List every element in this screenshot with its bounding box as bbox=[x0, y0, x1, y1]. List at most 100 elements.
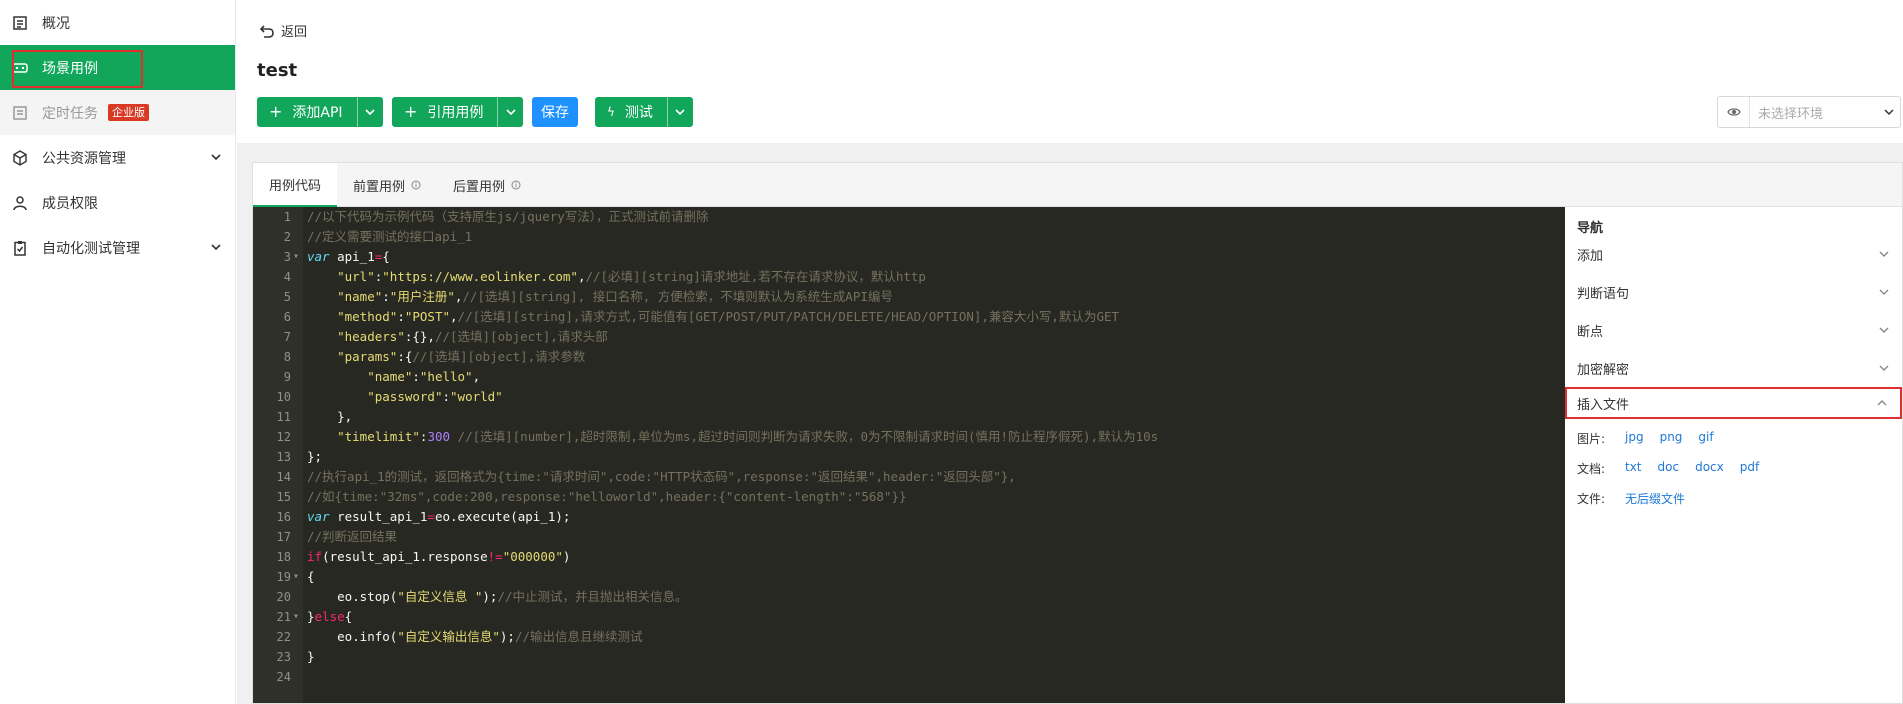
code-line: 16 var result_api_1=eo.execute(api_1); bbox=[276, 509, 571, 524]
nav-section-breakpoint[interactable]: 断点 bbox=[1565, 317, 1902, 343]
sidebar-item-scheduled-tasks[interactable]: 定时任务 企业版 bbox=[0, 90, 235, 135]
eye-icon bbox=[1718, 97, 1750, 127]
code-line: 7 "headers":{},//[选填][object],请求头部 bbox=[283, 329, 608, 344]
sidebar-item-label: 定时任务 bbox=[42, 105, 98, 122]
clipboard-icon bbox=[12, 240, 28, 256]
enterprise-badge: 企业版 bbox=[108, 104, 149, 121]
test-label: 测试 bbox=[624, 105, 653, 121]
code-line: 6 "method":"POST",//[选填][string],请求方式,可能… bbox=[283, 309, 1120, 324]
chevron-down-icon bbox=[506, 109, 516, 116]
chevron-down-icon bbox=[1879, 251, 1889, 257]
code-line: 11 }, bbox=[276, 409, 353, 424]
sidebar-item-scenario-cases[interactable]: 场景用例 bbox=[0, 45, 235, 90]
nav-section-label: 断点 bbox=[1577, 324, 1604, 340]
sidebar-item-member-permissions[interactable]: 成员权限 bbox=[0, 180, 235, 225]
tab-case-code[interactable]: 用例代码 bbox=[253, 163, 338, 207]
nav-section-label: 插入文件 bbox=[1577, 397, 1630, 413]
page-title: test bbox=[257, 60, 298, 81]
case-panel: 用例代码 前置用例 后置用例 1//以下代码为示例代码（支持原生js/jquer… bbox=[252, 162, 1903, 704]
header: 返回 test + 添加API + 引用用例 保存 ϟ 测试 未选择环境 bbox=[237, 0, 1903, 143]
file-row-documents: 文档: txt doc docx pdf bbox=[1577, 460, 1775, 477]
add-api-label: 添加API bbox=[292, 105, 343, 121]
file-row-files: 文件: 无后缀文件 bbox=[1577, 490, 1701, 507]
nav-section-label: 判断语句 bbox=[1577, 286, 1630, 302]
sidebar-item-automation-test-management[interactable]: 自动化测试管理 bbox=[0, 225, 235, 270]
tab-pre-case[interactable]: 前置用例 bbox=[337, 163, 437, 207]
dashboard-icon bbox=[12, 15, 28, 31]
chevron-down-icon bbox=[1879, 289, 1889, 295]
sidebar-item-public-resources[interactable]: 公共资源管理 bbox=[0, 135, 235, 180]
add-api-button[interactable]: + 添加API bbox=[257, 97, 383, 127]
chevron-down-icon bbox=[1879, 327, 1889, 333]
test-group: ϟ 测试 bbox=[595, 97, 693, 127]
nav-section-label: 添加 bbox=[1577, 248, 1604, 264]
ref-case-button[interactable]: + 引用用例 bbox=[392, 97, 524, 127]
insert-png-link[interactable]: png bbox=[1660, 430, 1683, 447]
chevron-up-icon bbox=[1877, 400, 1887, 406]
code-line: 10 "password":"world" bbox=[276, 389, 503, 404]
sidebar-item-label: 概况 bbox=[42, 15, 70, 32]
back-link[interactable]: 返回 bbox=[259, 21, 307, 40]
tab-post-case[interactable]: 后置用例 bbox=[437, 163, 537, 207]
nav-section-condition[interactable]: 判断语句 bbox=[1565, 279, 1902, 305]
ref-case-dropdown[interactable] bbox=[497, 97, 523, 127]
chevron-down-icon bbox=[1879, 365, 1889, 371]
sidebar-item-overview[interactable]: 概况 bbox=[0, 0, 235, 45]
code-line: 21 ▾}else{ bbox=[276, 609, 353, 624]
code-line: 13}; bbox=[276, 449, 323, 464]
code-editor[interactable]: 1//以下代码为示例代码（支持原生js/jquery写法），正式测试前请删除 2… bbox=[253, 207, 1565, 703]
navigation-panel: 导航 添加 判断语句 断点 加密解密 插入文件 图片: jpg png gif bbox=[1565, 207, 1902, 703]
tab-label: 前置用例 bbox=[353, 179, 406, 195]
nav-section-insert-file[interactable]: 插入文件 bbox=[1565, 387, 1902, 419]
insert-pdf-link[interactable]: pdf bbox=[1740, 460, 1759, 477]
insert-docx-link[interactable]: docx bbox=[1695, 460, 1724, 477]
code-line: 5 "name":"用户注册",//[选填][string], 接口名称, 方便… bbox=[283, 289, 893, 304]
chevron-down-icon bbox=[211, 154, 221, 161]
tab-label: 用例代码 bbox=[269, 178, 322, 194]
save-group: 保存 bbox=[532, 97, 578, 127]
file-row-images: 图片: jpg png gif bbox=[1577, 430, 1730, 447]
insert-no-suffix-file-link[interactable]: 无后缀文件 bbox=[1625, 490, 1685, 507]
nav-section-label: 加密解密 bbox=[1577, 362, 1630, 378]
user-icon bbox=[12, 195, 28, 211]
code-line: 4 "url":"https://www.eolinker.com",//[必填… bbox=[283, 269, 926, 284]
cube-icon bbox=[12, 149, 28, 166]
case-icon bbox=[12, 60, 28, 76]
sidebar-item-label: 场景用例 bbox=[42, 60, 98, 77]
sidebar: 概况 场景用例 定时任务 企业版 公共资源管理 成员权限 自动化测试管理 bbox=[0, 0, 236, 704]
environment-select[interactable]: 未选择环境 bbox=[1717, 96, 1901, 128]
back-label: 返回 bbox=[281, 25, 308, 40]
ref-case-label: 引用用例 bbox=[427, 105, 484, 121]
add-api-dropdown[interactable] bbox=[356, 97, 383, 127]
file-row-label: 文档: bbox=[1577, 462, 1606, 476]
code-line: 2//定义需要测试的接口api_1 bbox=[283, 229, 473, 244]
sidebar-item-label: 成员权限 bbox=[42, 195, 98, 212]
plus-icon: + bbox=[269, 102, 283, 121]
sidebar-item-label: 公共资源管理 bbox=[42, 150, 126, 167]
file-row-label: 图片: bbox=[1577, 432, 1606, 446]
insert-doc-link[interactable]: doc bbox=[1658, 460, 1680, 477]
test-dropdown[interactable] bbox=[666, 97, 693, 127]
code-line: 17//判断返回结果 bbox=[276, 529, 398, 544]
environment-placeholder: 未选择环境 bbox=[1758, 106, 1824, 122]
code-line: 1//以下代码为示例代码（支持原生js/jquery写法），正式测试前请删除 bbox=[283, 209, 709, 224]
back-arrow-icon bbox=[259, 24, 274, 38]
info-icon bbox=[411, 180, 421, 190]
chevron-down-icon bbox=[675, 109, 685, 116]
code-line: 20 eo.stop("自定义信息 ");//中止测试，并且抛出相关信息。 bbox=[276, 589, 688, 604]
insert-jpg-link[interactable]: jpg bbox=[1625, 430, 1644, 447]
code-line: 22 eo.info("自定义输出信息");//输出信息且继续测试 bbox=[276, 629, 643, 644]
navigation-title: 导航 bbox=[1577, 221, 1604, 236]
nav-section-add[interactable]: 添加 bbox=[1565, 241, 1902, 267]
file-row-label: 文件: bbox=[1577, 492, 1606, 506]
insert-txt-link[interactable]: txt bbox=[1625, 460, 1642, 477]
test-button[interactable]: ϟ 测试 bbox=[595, 97, 693, 127]
insert-gif-link[interactable]: gif bbox=[1698, 430, 1713, 447]
tab-bar: 用例代码 前置用例 后置用例 bbox=[253, 163, 1902, 207]
code-line: 19 ▾{ bbox=[276, 569, 315, 584]
nav-section-encryption[interactable]: 加密解密 bbox=[1565, 355, 1902, 381]
code-line: 18 if(result_api_1.response!="000000") bbox=[276, 549, 571, 564]
save-button[interactable]: 保存 bbox=[532, 97, 578, 127]
code-line: 3 ▾ var api_1={ bbox=[283, 249, 390, 264]
info-icon bbox=[511, 180, 521, 190]
